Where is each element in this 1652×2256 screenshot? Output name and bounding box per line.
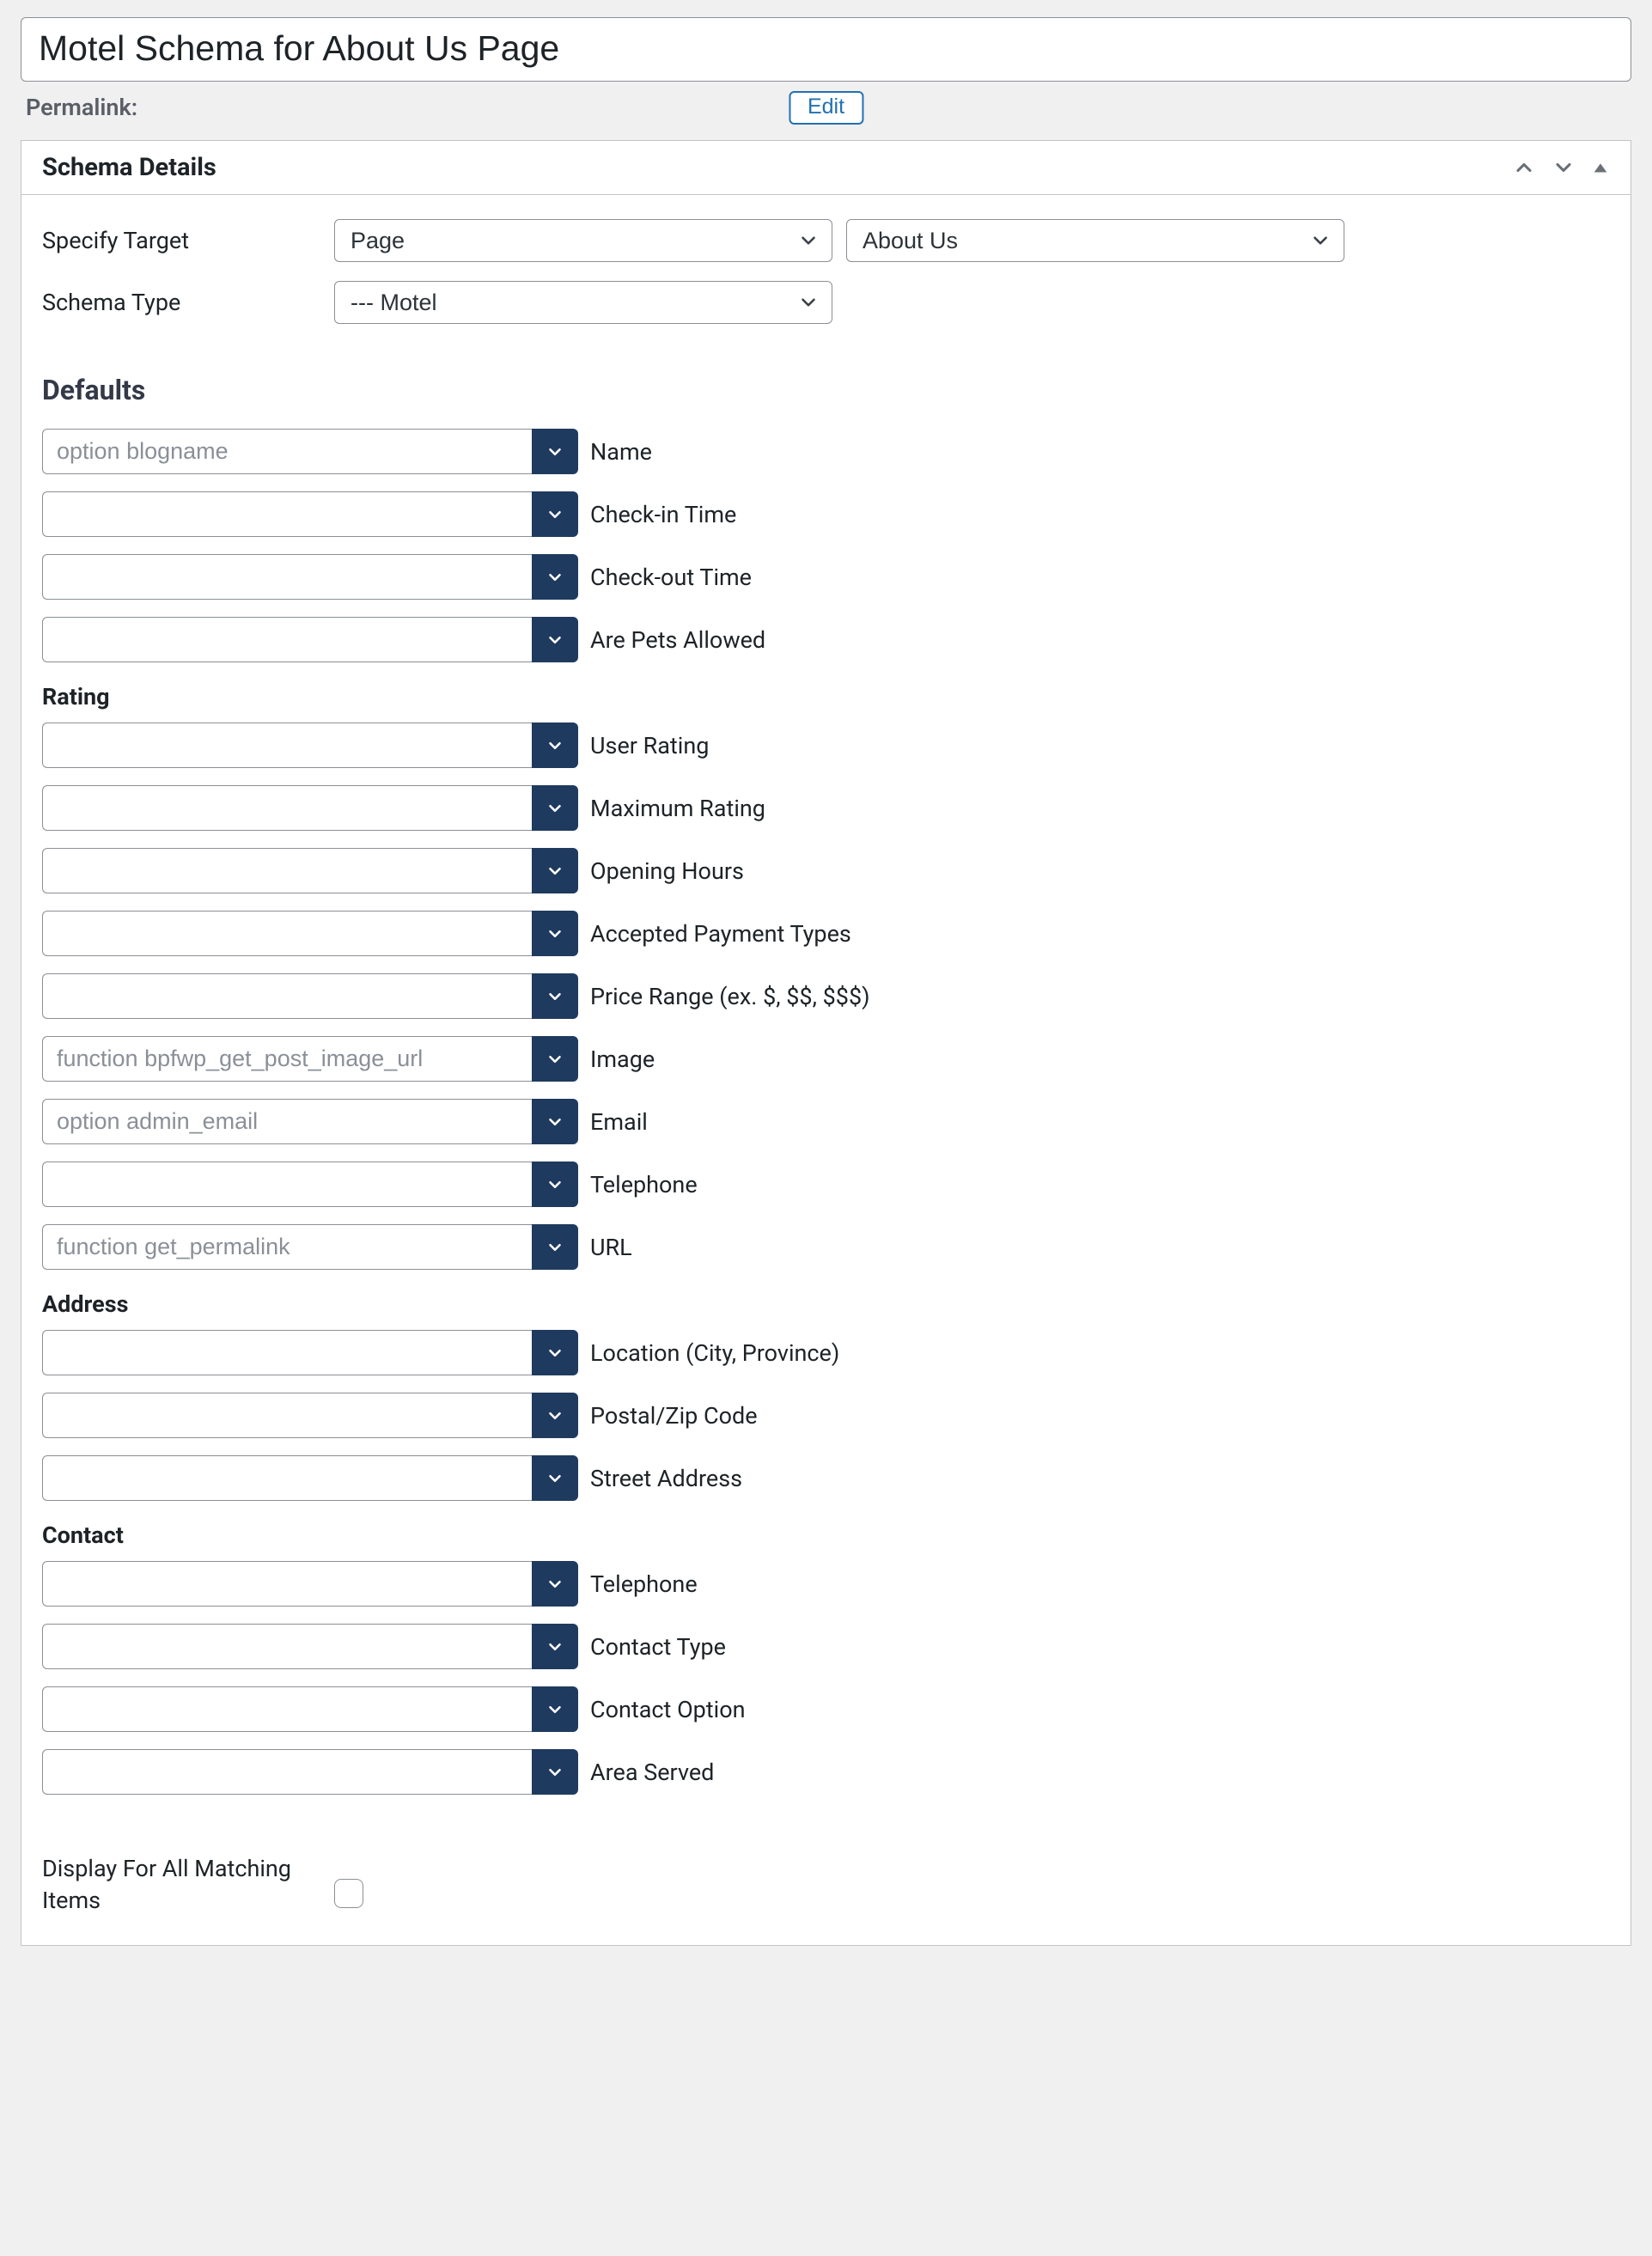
schema-type-label: Schema Type xyxy=(42,289,334,316)
chevron-up-icon[interactable] xyxy=(1512,155,1536,180)
display-matching-checkbox[interactable] xyxy=(334,1879,363,1908)
collapse-icon[interactable] xyxy=(1591,158,1610,177)
rating-heading: Rating xyxy=(42,683,1610,710)
postal-dropdown-button[interactable] xyxy=(532,1393,578,1438)
area-served-dropdown-button[interactable] xyxy=(532,1749,578,1795)
post-title-input[interactable] xyxy=(21,17,1631,82)
user-rating-dropdown-button[interactable] xyxy=(532,723,578,768)
price-range-label: Price Range (ex. $, $$, $$$) xyxy=(578,973,870,1019)
contact-type-input[interactable] xyxy=(42,1624,532,1669)
max-rating-label: Maximum Rating xyxy=(578,785,765,831)
pets-label: Are Pets Allowed xyxy=(578,617,765,662)
postal-input[interactable] xyxy=(42,1393,532,1438)
metabox-title: Schema Details xyxy=(42,153,216,182)
checkout-label: Check-out Time xyxy=(578,554,752,600)
checkout-input[interactable] xyxy=(42,554,532,600)
area-served-label: Area Served xyxy=(578,1749,714,1795)
opening-hours-input[interactable] xyxy=(42,848,532,893)
location-label: Location (City, Province) xyxy=(578,1330,839,1375)
contact-telephone-label: Telephone xyxy=(578,1561,698,1607)
url-dropdown-button[interactable] xyxy=(532,1224,578,1270)
payment-types-input[interactable] xyxy=(42,911,532,956)
street-label: Street Address xyxy=(578,1455,742,1501)
area-served-input[interactable] xyxy=(42,1749,532,1795)
name-dropdown-button[interactable] xyxy=(532,429,578,474)
schema-type-select[interactable]: --- Motel xyxy=(334,281,832,324)
checkin-label: Check-in Time xyxy=(578,491,736,537)
url-label: URL xyxy=(578,1224,632,1270)
contact-telephone-input[interactable] xyxy=(42,1561,532,1607)
email-dropdown-button[interactable] xyxy=(532,1099,578,1144)
image-dropdown-button[interactable] xyxy=(532,1036,578,1082)
contact-type-label: Contact Type xyxy=(578,1624,726,1669)
edit-permalink-button[interactable]: Edit xyxy=(789,91,863,125)
payment-types-label: Accepted Payment Types xyxy=(578,911,851,956)
image-label: Image xyxy=(578,1036,655,1082)
payment-types-dropdown-button[interactable] xyxy=(532,911,578,956)
pets-dropdown-button[interactable] xyxy=(532,617,578,662)
street-dropdown-button[interactable] xyxy=(532,1455,578,1501)
checkin-dropdown-button[interactable] xyxy=(532,491,578,537)
schema-details-metabox: Schema Details Specify Target Page About… xyxy=(21,140,1631,1946)
url-input[interactable] xyxy=(42,1224,532,1270)
checkin-input[interactable] xyxy=(42,491,532,537)
permalink-label: Permalink: xyxy=(26,94,137,121)
user-rating-label: User Rating xyxy=(578,723,709,768)
opening-hours-dropdown-button[interactable] xyxy=(532,848,578,893)
contact-type-dropdown-button[interactable] xyxy=(532,1624,578,1669)
pets-input[interactable] xyxy=(42,617,532,662)
telephone-input[interactable] xyxy=(42,1162,532,1207)
target-page-select[interactable]: About Us xyxy=(846,219,1344,262)
price-range-input[interactable] xyxy=(42,973,532,1019)
display-matching-label: Display For All Matching Items xyxy=(42,1853,334,1916)
contact-telephone-dropdown-button[interactable] xyxy=(532,1561,578,1607)
price-range-dropdown-button[interactable] xyxy=(532,973,578,1019)
max-rating-input[interactable] xyxy=(42,785,532,831)
opening-hours-label: Opening Hours xyxy=(578,848,744,893)
contact-option-input[interactable] xyxy=(42,1686,532,1732)
name-input[interactable] xyxy=(42,429,532,474)
contact-option-label: Contact Option xyxy=(578,1686,746,1732)
specify-target-label: Specify Target xyxy=(42,227,334,254)
postal-label: Postal/Zip Code xyxy=(578,1393,758,1438)
chevron-down-icon[interactable] xyxy=(1551,155,1576,180)
email-label: Email xyxy=(578,1099,648,1144)
checkout-dropdown-button[interactable] xyxy=(532,554,578,600)
address-heading: Address xyxy=(42,1290,1610,1318)
max-rating-dropdown-button[interactable] xyxy=(532,785,578,831)
telephone-dropdown-button[interactable] xyxy=(532,1162,578,1207)
image-input[interactable] xyxy=(42,1036,532,1082)
telephone-label: Telephone xyxy=(578,1162,698,1207)
street-input[interactable] xyxy=(42,1455,532,1501)
user-rating-input[interactable] xyxy=(42,723,532,768)
location-dropdown-button[interactable] xyxy=(532,1330,578,1375)
contact-option-dropdown-button[interactable] xyxy=(532,1686,578,1732)
email-input[interactable] xyxy=(42,1099,532,1144)
defaults-heading: Defaults xyxy=(42,374,1610,406)
location-input[interactable] xyxy=(42,1330,532,1375)
contact-heading: Contact xyxy=(42,1521,1610,1549)
name-label: Name xyxy=(578,429,652,474)
target-type-select[interactable]: Page xyxy=(334,219,832,262)
